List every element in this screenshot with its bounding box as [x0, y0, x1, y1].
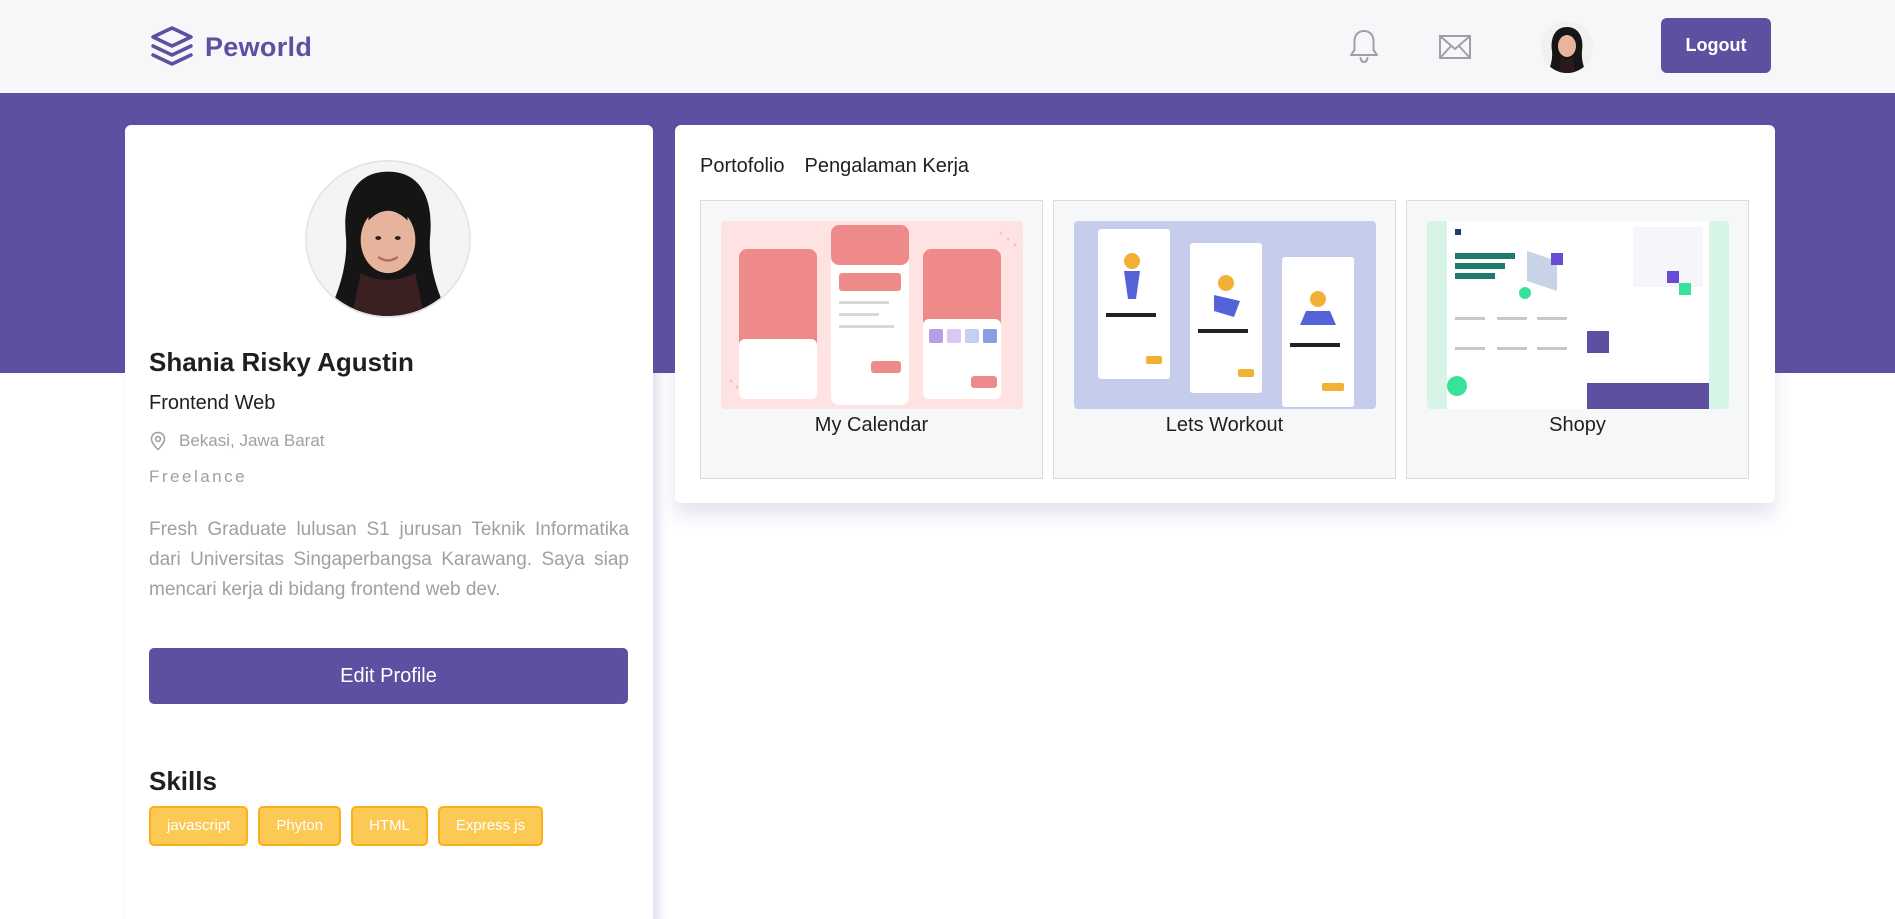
bell-icon[interactable] — [1348, 28, 1380, 64]
layers-icon — [151, 26, 193, 66]
tab-bar: Portofolio Pengalaman Kerja — [700, 155, 969, 178]
user-avatar[interactable] — [1541, 21, 1593, 73]
brand-name: Peworld — [205, 31, 313, 62]
portfolio-title: Lets Workout — [1165, 414, 1284, 436]
portfolio-item-shopy[interactable]: Shopy — [1406, 200, 1749, 479]
logout-button[interactable]: Logout — [1661, 18, 1771, 73]
navbar: Peworld Logout — [0, 0, 1895, 93]
portfolio-item-lets-workout[interactable]: Lets Workout — [1053, 200, 1396, 479]
skill-badge[interactable]: Express js — [437, 806, 544, 846]
profile-location: Bekasi, Jawa Barat — [149, 431, 325, 451]
profile-role: Frontend Web — [149, 392, 276, 414]
skill-badge[interactable]: javascript — [149, 806, 249, 846]
portfolio-grid: My Calendar Lets Workout Shopy — [700, 200, 1749, 479]
portfolio-title: Shopy — [1549, 414, 1606, 436]
skills-heading: Skills — [149, 766, 217, 796]
map-pin-icon — [150, 431, 166, 451]
portfolio-item-my-calendar[interactable]: My Calendar — [700, 200, 1043, 479]
portfolio-title: My Calendar — [814, 414, 929, 436]
skill-badge[interactable]: HTML — [351, 806, 428, 846]
portfolio-card: Portofolio Pengalaman Kerja My Calendar … — [675, 125, 1775, 503]
mail-icon[interactable] — [1438, 33, 1472, 61]
tab-pengalaman-kerja[interactable]: Pengalaman Kerja — [805, 155, 970, 178]
portfolio-thumbnail — [1074, 221, 1376, 409]
profile-photo — [305, 160, 471, 318]
skills-list: javascript Phyton HTML Express js — [149, 806, 544, 846]
location-text: Bekasi, Jawa Barat — [179, 431, 325, 450]
skill-badge[interactable]: Phyton — [258, 806, 342, 846]
tab-portofolio[interactable]: Portofolio — [700, 155, 785, 178]
profile-name: Shania Risky Agustin — [149, 347, 414, 377]
edit-profile-button[interactable]: Edit Profile — [149, 648, 628, 704]
job-type: Freelance — [149, 467, 248, 486]
portfolio-thumbnail — [1427, 221, 1729, 409]
brand-logo[interactable]: Peworld — [149, 25, 312, 69]
profile-bio: Fresh Graduate lulusan S1 jurusan Teknik… — [149, 519, 629, 600]
portfolio-thumbnail — [721, 221, 1023, 409]
profile-card: Shania Risky Agustin Frontend Web Bekasi… — [125, 125, 653, 919]
